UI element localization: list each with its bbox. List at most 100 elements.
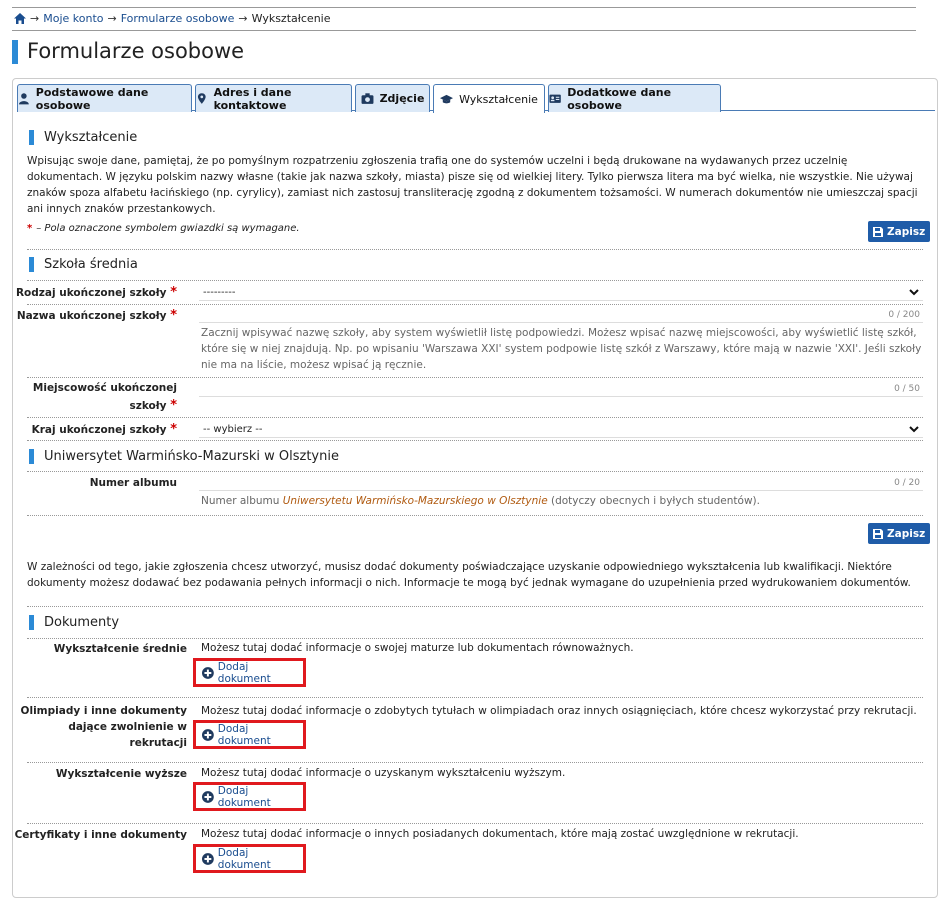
section-heading-text: Wykształcenie [44, 130, 138, 145]
section-heading-university: Uniwersytet Warmińsko-Mazurski w Olsztyn… [29, 449, 339, 464]
divider [27, 249, 923, 250]
save-button[interactable]: Zapisz [868, 523, 931, 544]
tab-label: Zdjęcie [379, 92, 425, 105]
label-text: szkoły [129, 400, 167, 412]
divider [27, 280, 923, 281]
required-star: * [170, 285, 177, 300]
top-divider [12, 7, 916, 8]
breadcrumb-current: Wykształcenie [251, 12, 331, 25]
breadcrumb-arrow: → [107, 12, 117, 25]
breadcrumb-personal-forms[interactable]: Formularze osobowe [121, 12, 235, 25]
school-name-input[interactable]: 0 / 200 [199, 307, 923, 323]
doc-label-secondary-education: Wykształcenie średnie [53, 643, 187, 655]
tab-education[interactable]: Wykształcenie [433, 84, 545, 113]
album-number-input[interactable]: 0 / 20 [199, 475, 923, 491]
floppy-disk-icon [873, 226, 883, 237]
tab-photo[interactable]: Zdjęcie [355, 84, 430, 112]
breadcrumb-arrow: → [238, 12, 248, 25]
tab-address-contact[interactable]: Adres i dane kontaktowe [195, 84, 352, 112]
save-button-label: Zapisz [887, 527, 926, 540]
doc-description: Możesz tutaj dodać informacje o swojej m… [201, 642, 634, 654]
add-document-label: Dodaj dokument [217, 784, 271, 809]
school-country-select[interactable]: -- wybierz -- [199, 421, 923, 438]
floppy-disk-icon [873, 528, 883, 539]
add-document-button-secondary[interactable]: Dodaj dokument [193, 658, 306, 687]
school-country-label: Kraj ukończonej szkoły * [32, 421, 177, 439]
album-number-hint: Numer albumu Uniwersytetu Warmińsko-Mazu… [201, 493, 923, 509]
plus-circle-icon [202, 666, 214, 679]
section-heading-documents: Dokumenty [29, 615, 119, 630]
education-intro-text: Wpisując swoje dane, pamiętaj, że po pom… [27, 155, 918, 215]
label-text: dające zwolnienie w rekrutacji [68, 721, 187, 749]
page-title: Formularze osobowe [27, 39, 245, 63]
section-heading-text: Uniwersytet Warmińsko-Mazurski w Olsztyn… [44, 449, 339, 464]
tab-label: Wykształcenie [459, 92, 538, 106]
divider [27, 762, 923, 763]
breadcrumb: → Moje konto → Formularze osobowe → Wyks… [14, 12, 331, 25]
char-counter: 0 / 50 [894, 384, 920, 394]
tab-bar: Podstawowe dane osobowe Adres i dane kon… [17, 84, 935, 113]
plus-circle-icon [202, 852, 214, 865]
chevron-down-icon [909, 426, 919, 433]
graduation-cap-icon [440, 94, 454, 103]
divider [27, 823, 923, 824]
school-city-input[interactable]: 0 / 50 [199, 381, 923, 397]
school-type-label: Rodzaj ukończonej szkoły * [16, 284, 177, 302]
plus-circle-icon [202, 728, 214, 741]
required-star: * [170, 398, 177, 413]
label-text: Olimpiady i inne dokumenty [20, 705, 187, 717]
label-text: Miejscowość ukończonej [32, 382, 177, 394]
doc-description: Możesz tutaj dodać informacje o uzyskany… [201, 767, 566, 779]
doc-label-olympiads: Olimpiady i inne dokumenty dające zwolni… [13, 703, 187, 751]
heading-accent-bar [29, 130, 34, 145]
documents-intro-text: W zależności od tego, jakie zgłoszenia c… [27, 561, 911, 589]
breadcrumb-my-account[interactable]: Moje konto [43, 12, 103, 25]
home-icon[interactable] [14, 13, 26, 24]
doc-description: Możesz tutaj dodać informacje o innych p… [201, 828, 799, 840]
label-text: Nazwa ukończonej szkoły [16, 310, 167, 322]
add-document-button-higher[interactable]: Dodaj dokument [193, 782, 306, 811]
required-star: * [170, 422, 177, 437]
section-heading-high-school: Szkoła średnia [29, 257, 138, 272]
tab-label: Dodatkowe dane osobowe [567, 85, 672, 112]
tab-basic-personal-data[interactable]: Podstawowe dane osobowe [17, 84, 192, 112]
doc-description: Możesz tutaj dodać informacje o zdobytyc… [201, 705, 917, 717]
section-heading-text: Dokumenty [44, 615, 120, 630]
tab-label: Podstawowe dane osobowe [35, 85, 149, 112]
tab-additional-personal-data[interactable]: Dodatkowe dane osobowe [548, 84, 721, 112]
id-card-icon [549, 94, 561, 103]
school-name-hint: Zacznij wpisywać nazwę szkoły, aby syste… [201, 327, 922, 371]
label-text: Rodzaj ukończonej szkoły [15, 287, 167, 299]
school-city-label: Miejscowość ukończonej szkoły * [33, 380, 177, 415]
doc-label-higher-education: Wykształcenie wyższe [55, 768, 187, 780]
char-counter: 0 / 20 [894, 478, 920, 488]
add-document-label: Dodaj dokument [217, 846, 271, 871]
add-document-label: Dodaj dokument [217, 722, 271, 747]
chevron-down-icon [909, 289, 919, 296]
add-document-button-olympiads[interactable]: Dodaj dokument [193, 720, 306, 749]
school-type-select[interactable]: --------- [199, 284, 923, 301]
required-note-text: – Pola oznaczone symbolem gwiazdki są wy… [36, 223, 300, 234]
heading-accent-bar [29, 257, 34, 272]
required-fields-note: * – Pola oznaczone symbolem gwiazdki są w… [27, 223, 300, 234]
form-panel: Podstawowe dane osobowe Adres i dane kon… [12, 78, 938, 898]
school-name-label: Nazwa ukończonej szkoły * [17, 307, 177, 325]
university-link[interactable]: Uniwersytetu Warmińsko-Mazurskiego w Ols… [283, 495, 548, 507]
divider [27, 638, 923, 639]
add-document-label: Dodaj dokument [217, 660, 271, 685]
required-star: * [170, 308, 177, 323]
save-button[interactable]: Zapisz [868, 221, 931, 242]
divider [27, 417, 923, 418]
map-marker-icon [197, 93, 206, 104]
label-text: Kraj ukończonej szkoły [31, 424, 167, 436]
album-number-label: Numer albumu [89, 477, 177, 489]
tab-label: Adres i dane kontaktowe [213, 85, 292, 112]
divider [27, 606, 923, 607]
camera-icon [361, 93, 374, 104]
doc-label-certificates: Certyfikaty i inne dokumenty [14, 829, 187, 841]
save-button-label: Zapisz [887, 225, 926, 238]
add-document-button-certificates[interactable]: Dodaj dokument [193, 844, 306, 873]
title-accent-bar [12, 40, 18, 64]
heading-accent-bar [29, 615, 34, 630]
breadcrumb-divider [12, 30, 916, 31]
